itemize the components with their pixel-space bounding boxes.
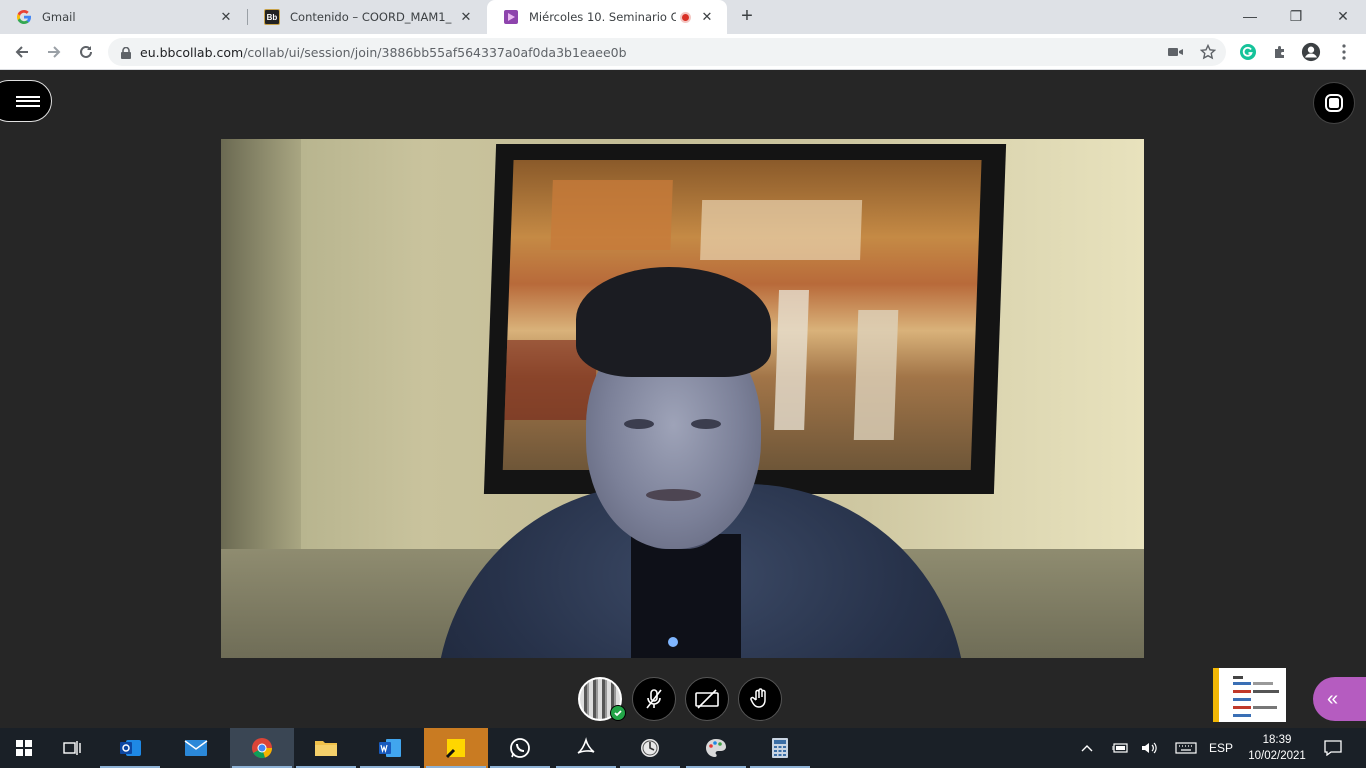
notifications-icon [1324,740,1342,756]
action-center-button[interactable] [1320,728,1346,768]
taskbar-clock-app[interactable] [618,728,682,768]
windows-logo-icon [16,740,32,756]
back-button[interactable] [10,40,34,64]
blackboard-bb-icon: Bb [264,9,280,25]
mail-icon [184,740,208,756]
shared-content-thumbnail[interactable] [1213,668,1286,722]
taskbar-file-explorer[interactable] [294,728,358,768]
extensions-puzzle-icon[interactable] [1270,42,1290,62]
session-menu-button[interactable] [0,80,52,122]
raise-hand-button[interactable] [738,677,782,721]
taskbar-acrobat[interactable] [554,728,618,768]
tab-blackboard-content[interactable]: Bb Contenido – COORD_MAM1_202 ✕ [248,0,486,34]
speaker-icon [1142,742,1157,754]
tab-title: Gmail [42,10,76,24]
chevron-up-icon [1081,745,1093,752]
taskbar-sticky-notes[interactable] [424,728,488,768]
presenter-video-feed [221,139,1144,658]
url-path: /collab/ui/session/join/3886bb55af564337… [243,44,627,60]
bookmark-star-icon[interactable] [1198,42,1218,62]
taskbar-mail[interactable] [164,728,228,768]
battery-plugged-icon [1112,743,1128,753]
windows-start-button[interactable] [0,728,48,768]
microphone-toggle-button[interactable] [632,677,676,721]
forward-arrow-icon [48,46,61,58]
tab-title: Miércoles 10. Seminario Cast [529,10,676,24]
recording-indicator-icon [680,11,691,23]
close-window-button[interactable]: ✕ [1320,0,1366,32]
session-controls [632,677,791,721]
word-icon [379,739,401,757]
hamburger-icon [16,93,40,109]
windows-taskbar: ESP 18:39 10/02/2021 [0,728,1366,768]
clock-app-icon [641,739,659,757]
tab-gmail[interactable]: Gmail ✕ [0,0,246,34]
camera-off-icon [695,689,719,709]
forward-button[interactable] [42,40,66,64]
calculator-icon [772,738,788,758]
close-tab-icon[interactable]: ✕ [218,9,234,25]
recording-status-button[interactable] [1313,82,1355,124]
microphone-off-icon [646,689,662,709]
taskbar-chrome[interactable] [230,728,294,768]
touch-keyboard-button[interactable] [1173,728,1199,768]
acrobat-icon [577,737,595,754]
presenter-hair [576,267,771,377]
clock-date: 10/02/2021 [1248,750,1306,762]
grammarly-icon[interactable] [1238,42,1258,62]
sticky-notes-icon [445,739,465,759]
folder-icon [315,741,337,756]
collaborate-session: « [0,71,1366,728]
url-text: eu.bbcollab.com/collab/ui/session/join/3… [140,45,627,60]
input-language-button[interactable]: ESP [1206,728,1236,768]
status-check-icon [610,705,626,721]
close-tab-icon[interactable]: ✕ [458,9,474,25]
volume-button[interactable] [1139,728,1161,768]
taskbar-clock[interactable]: 18:39 10/02/2021 [1244,732,1310,764]
show-hidden-icons-button[interactable] [1077,728,1097,768]
browser-tab-strip: Gmail ✕ Bb Contenido – COORD_MAM1_202 ✕ … [0,0,1366,34]
url-domain: eu.bbcollab.com [140,44,244,60]
profile-avatar-icon[interactable] [1301,42,1321,62]
taskbar-word[interactable] [358,728,422,768]
keyboard-icon [1175,742,1197,754]
lock-icon[interactable] [121,46,131,59]
close-tab-icon[interactable]: ✕ [699,9,715,25]
clock-time: 18:39 [1262,734,1292,746]
chrome-icon [252,738,273,759]
shirt-button [668,637,678,647]
camera-in-use-icon[interactable] [1166,42,1186,62]
task-view-icon [63,741,81,755]
google-g-icon [16,9,32,25]
open-collaborate-panel-button[interactable]: « [1313,677,1366,721]
chrome-menu-icon[interactable] [1334,42,1354,62]
restore-window-button[interactable]: ❐ [1273,0,1319,32]
task-view-button[interactable] [48,728,96,768]
tab-collaborate-session[interactable]: Miércoles 10. Seminario Cast ✕ [487,0,727,34]
taskbar-paint[interactable] [684,728,748,768]
chevron-double-left-icon: « [1327,687,1339,710]
stop-recording-icon [1325,94,1343,112]
paint-palette-icon [706,739,726,757]
taskbar-whatsapp[interactable] [488,728,552,768]
new-tab-button[interactable]: + [737,6,757,27]
camera-toggle-button[interactable] [685,677,729,721]
battery-button[interactable] [1109,728,1131,768]
taskbar-outlook[interactable] [98,728,162,768]
reload-icon [80,45,92,58]
browser-toolbar: eu.bbcollab.com/collab/ui/session/join/3… [0,34,1366,70]
back-arrow-icon [15,46,28,58]
whatsapp-icon [510,738,530,758]
raise-hand-icon [750,688,766,708]
collaborate-icon [503,9,519,25]
outlook-icon [120,740,141,756]
taskbar-calculator[interactable] [748,728,812,768]
minimize-window-button[interactable]: — [1227,0,1273,32]
tab-title: Contenido – COORD_MAM1_202 [290,10,452,24]
reload-button[interactable] [74,40,98,64]
address-bar[interactable]: eu.bbcollab.com/collab/ui/session/join/3… [108,38,1226,66]
presenter-shirt [631,534,741,658]
